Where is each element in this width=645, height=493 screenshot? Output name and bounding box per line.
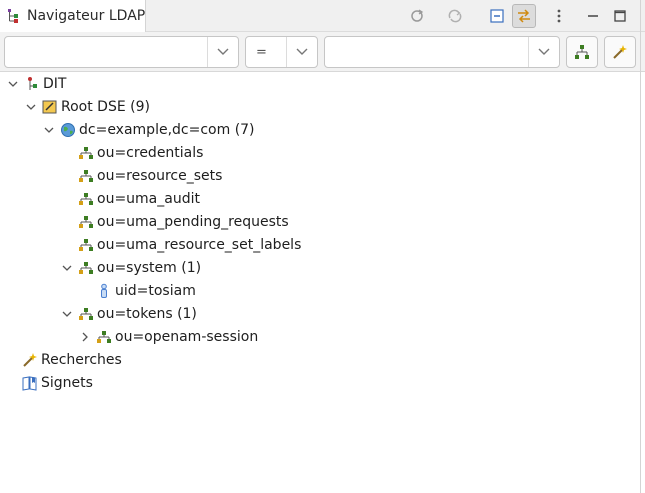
tree-node-credentials[interactable]: ou=credentials — [78, 142, 203, 164]
tree-node-openam-session[interactable]: ou=openam-session — [78, 326, 258, 348]
chevron-down-icon[interactable] — [286, 37, 317, 67]
tree-label: Signets — [41, 375, 93, 391]
chevron-expanded-icon[interactable] — [60, 261, 74, 275]
link-with-editor-icon[interactable] — [512, 4, 536, 28]
quick-search-bar: = — [0, 32, 645, 72]
tree-search-icon — [575, 45, 589, 59]
refresh-icon[interactable] — [405, 4, 429, 28]
tree-node-uma-audit[interactable]: ou=uma_audit — [78, 188, 200, 210]
organizational-unit-icon — [78, 306, 94, 322]
organizational-unit-icon — [78, 168, 94, 184]
tree-node-resource-sets[interactable]: ou=resource_sets — [78, 165, 222, 187]
run-quick-search-button[interactable] — [566, 36, 598, 68]
value-combo[interactable] — [324, 36, 560, 68]
tree-label: ou=credentials — [97, 145, 204, 161]
view-border — [640, 0, 641, 493]
tree-label: Root DSE (9) — [61, 99, 150, 115]
chevron-collapsed-icon[interactable] — [78, 330, 92, 344]
ldap-browser-tab[interactable]: Navigateur LDAP — [0, 0, 146, 32]
tree-label: Recherches — [41, 352, 122, 368]
tree-label: ou=uma_audit — [97, 191, 200, 207]
tree-node-bookmarks[interactable]: Signets — [22, 372, 93, 394]
organizational-unit-icon — [78, 237, 94, 253]
tree-node-uid-tosiam[interactable]: uid=tosiam — [96, 280, 196, 302]
tree-node-root-dse[interactable]: Root DSE (9) — [24, 96, 150, 118]
tree-node-searches[interactable]: Recherches — [22, 349, 122, 371]
operator-combo[interactable]: = — [245, 36, 318, 68]
ldap-tree: DIT Root DSE (9) dc=example,dc=com (7) o… — [0, 72, 645, 493]
tree-node-uma-resource-set-labels[interactable]: ou=uma_resource_set_labels — [78, 234, 301, 256]
bookmarks-icon — [22, 375, 38, 391]
organizational-unit-icon — [78, 214, 94, 230]
tree-node-uma-pending-requests[interactable]: ou=uma_pending_requests — [78, 211, 289, 233]
chevron-expanded-icon[interactable] — [42, 123, 56, 137]
tree-label: DIT — [43, 76, 67, 92]
dit-icon — [24, 76, 40, 92]
view-title: Navigateur LDAP — [27, 8, 146, 24]
attribute-combo[interactable] — [4, 36, 239, 68]
tree-node-dit[interactable]: DIT — [6, 73, 66, 95]
chevron-down-icon[interactable] — [528, 37, 559, 67]
searches-icon — [22, 352, 38, 368]
root-dse-icon — [42, 99, 58, 115]
chevron-expanded-icon[interactable] — [6, 77, 20, 91]
tree-label: uid=tosiam — [115, 283, 196, 299]
chevron-down-icon[interactable] — [207, 37, 238, 67]
tree-label: dc=example,dc=com (7) — [79, 122, 255, 138]
globe-icon — [60, 122, 76, 138]
user-icon — [96, 283, 112, 299]
organizational-unit-icon — [78, 260, 94, 276]
tree-label: ou=system (1) — [97, 260, 202, 276]
tree-label: ou=openam-session — [115, 329, 259, 345]
tree-node-system[interactable]: ou=system (1) — [60, 257, 201, 279]
operator-value: = — [256, 45, 267, 60]
tree-label: ou=uma_resource_set_labels — [97, 237, 302, 253]
chevron-expanded-icon[interactable] — [24, 100, 38, 114]
tree-node-tokens[interactable]: ou=tokens (1) — [60, 303, 197, 325]
collapse-all-icon[interactable] — [485, 4, 509, 28]
ldap-browser-icon — [7, 8, 23, 24]
magic-wand-icon — [613, 45, 627, 59]
tree-node-base-dn[interactable]: dc=example,dc=com (7) — [42, 119, 255, 141]
organizational-unit-icon — [78, 191, 94, 207]
search-wizard-button[interactable] — [604, 36, 636, 68]
chevron-expanded-icon[interactable] — [60, 307, 74, 321]
organizational-unit-icon — [78, 145, 94, 161]
organizational-unit-icon — [96, 329, 112, 345]
tree-label: ou=resource_sets — [97, 168, 223, 184]
view-menu-icon[interactable] — [547, 4, 571, 28]
tree-label: ou=uma_pending_requests — [97, 214, 289, 230]
minimize-icon[interactable] — [581, 4, 605, 28]
sync-icon[interactable] — [443, 4, 467, 28]
tree-label: ou=tokens (1) — [97, 306, 197, 322]
maximize-icon[interactable] — [608, 4, 632, 28]
view-toolbar — [146, 0, 645, 32]
